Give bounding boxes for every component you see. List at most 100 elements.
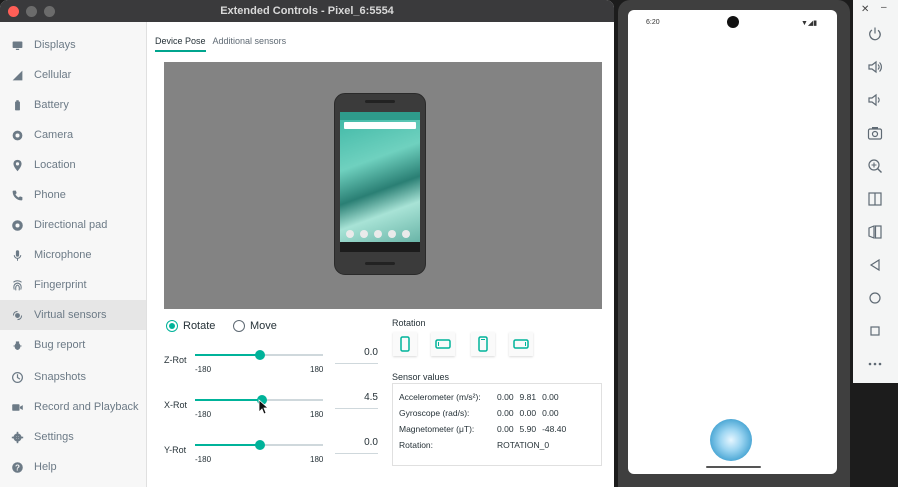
sidebar-item-directional-pad[interactable]: Directional pad bbox=[0, 210, 146, 240]
emulator-toolbar: ✕ – bbox=[853, 0, 898, 383]
x-rot-label: X-Rot bbox=[164, 400, 188, 410]
y-rot-value[interactable]: 0.0 bbox=[338, 437, 378, 448]
sidebar-item-settings[interactable]: Settings bbox=[0, 422, 146, 452]
sidebar-item-label: Displays bbox=[34, 39, 76, 51]
sidebar-item-fingerprint[interactable]: Fingerprint bbox=[0, 270, 146, 300]
volume-down-button[interactable] bbox=[865, 90, 885, 110]
sidebar-item-record-and-playback[interactable]: Record and Playback bbox=[0, 392, 146, 422]
volume-up-icon bbox=[868, 60, 882, 74]
sidebar-item-phone[interactable]: Phone bbox=[0, 180, 146, 210]
move-radio-label: Move bbox=[250, 320, 277, 332]
screenshot-button[interactable] bbox=[865, 123, 885, 143]
x-rot-min: -180 bbox=[195, 410, 212, 419]
z-rot-value[interactable]: 0.0 bbox=[338, 347, 378, 358]
x-rot-value[interactable]: 4.5 bbox=[338, 392, 378, 403]
display-icon bbox=[0, 39, 34, 52]
more-icon bbox=[868, 362, 882, 366]
z-rot-label: Z-Rot bbox=[164, 355, 187, 365]
phone-speaker-bottom bbox=[365, 262, 395, 265]
sidebar-item-cellular[interactable]: Cellular bbox=[0, 60, 146, 90]
minimize-window-button[interactable] bbox=[26, 6, 37, 17]
gyroscope-y: 0.00 bbox=[519, 408, 537, 418]
tab-additional-sensors[interactable]: Additional sensors bbox=[213, 36, 287, 52]
sidebar-item-virtual-sensors[interactable]: Virtual sensors bbox=[0, 300, 146, 330]
magnetometer-label: Magnetometer (μT): bbox=[399, 424, 475, 434]
sidebar-item-label: Phone bbox=[34, 189, 66, 201]
close-window-button[interactable] bbox=[8, 6, 19, 17]
assistant-orb-icon[interactable] bbox=[710, 419, 752, 461]
emulator-screen[interactable]: 6:20 ▼◢▮ bbox=[628, 10, 837, 474]
rotate-reverse-portrait-button[interactable] bbox=[471, 332, 495, 356]
microphone-icon bbox=[0, 249, 34, 262]
z-rot-max: 180 bbox=[310, 365, 324, 374]
rotate-reverse-landscape-button[interactable] bbox=[509, 332, 533, 356]
device-pose-viewport[interactable] bbox=[164, 62, 602, 309]
dpad-icon bbox=[0, 219, 34, 232]
home-icon bbox=[869, 292, 881, 304]
sensor-values-heading: Sensor values bbox=[392, 372, 450, 382]
svg-text:?: ? bbox=[15, 463, 20, 472]
power-icon bbox=[869, 27, 881, 41]
sidebar-item-displays[interactable]: Displays bbox=[0, 30, 146, 60]
landscape-phone-icon bbox=[435, 339, 451, 349]
phone-app-row bbox=[346, 230, 410, 238]
zoom-window-button[interactable] bbox=[44, 6, 55, 17]
sidebar-item-label: Camera bbox=[34, 129, 74, 141]
rotate-radio-label: Rotate bbox=[183, 320, 216, 332]
x-rot-value-underline bbox=[335, 408, 378, 409]
sidebar-item-label: Cellular bbox=[34, 69, 72, 81]
fold-button[interactable] bbox=[865, 189, 885, 209]
phone-nav-bar bbox=[340, 242, 420, 252]
minimize-icon[interactable]: – bbox=[881, 2, 887, 13]
more-button[interactable] bbox=[865, 354, 885, 374]
sidebar-item-microphone[interactable]: Microphone bbox=[0, 240, 146, 270]
rotation-row: Rotation: ROTATION_0 bbox=[399, 440, 555, 450]
accelerometer-x: 0.00 bbox=[497, 392, 514, 402]
home-button[interactable] bbox=[865, 288, 885, 308]
volume-up-button[interactable] bbox=[865, 57, 885, 77]
move-radio[interactable]: Move bbox=[233, 320, 277, 332]
sidebar-item-battery[interactable]: Battery bbox=[0, 90, 146, 120]
location-icon bbox=[0, 159, 34, 172]
rotate-portrait-button[interactable] bbox=[393, 332, 417, 356]
y-rot-slider[interactable] bbox=[195, 440, 323, 450]
bug-icon bbox=[0, 339, 34, 352]
accelerometer-z: 0.00 bbox=[542, 392, 559, 402]
zoom-button[interactable] bbox=[865, 156, 885, 176]
sidebar-item-help[interactable]: ? Help bbox=[0, 452, 146, 482]
power-button[interactable] bbox=[865, 24, 885, 44]
sidebar: Displays Cellular Battery Camera Locatio… bbox=[0, 22, 147, 487]
reverse-portrait-phone-icon bbox=[478, 336, 488, 352]
sensors-icon bbox=[0, 309, 34, 322]
sidebar-item-location[interactable]: Location bbox=[0, 150, 146, 180]
sidebar-item-label: Help bbox=[34, 461, 57, 473]
magnetometer-z: -48.40 bbox=[542, 424, 567, 434]
gesture-nav-handle[interactable] bbox=[706, 466, 761, 468]
sidebar-item-label: Battery bbox=[34, 99, 69, 111]
z-rot-slider-thumb[interactable] bbox=[255, 350, 265, 360]
z-rot-value-underline bbox=[335, 363, 378, 364]
phone-app-icon bbox=[402, 230, 410, 238]
rotate-landscape-button[interactable] bbox=[431, 332, 455, 356]
back-button[interactable] bbox=[865, 255, 885, 275]
rotate-radio[interactable]: Rotate bbox=[166, 320, 215, 332]
back-icon bbox=[869, 258, 880, 272]
sidebar-item-camera[interactable]: Camera bbox=[0, 120, 146, 150]
unfold-button[interactable] bbox=[865, 222, 885, 242]
tab-device-pose[interactable]: Device Pose bbox=[155, 36, 206, 52]
magnetometer-y: 5.90 bbox=[519, 424, 537, 434]
z-rot-slider[interactable] bbox=[195, 350, 323, 360]
virtual-device-model[interactable] bbox=[334, 93, 426, 275]
y-rot-max: 180 bbox=[310, 455, 324, 464]
gear-icon bbox=[0, 431, 34, 444]
sidebar-item-snapshots[interactable]: Snapshots bbox=[0, 362, 146, 392]
y-rot-slider-thumb[interactable] bbox=[255, 440, 265, 450]
extended-controls-window: Extended Controls - Pixel_6:5554 Display… bbox=[0, 0, 614, 487]
fingerprint-icon bbox=[0, 279, 34, 292]
sidebar-item-bug-report[interactable]: Bug report bbox=[0, 330, 146, 360]
close-icon[interactable]: ✕ bbox=[861, 4, 869, 15]
zoom-icon bbox=[868, 159, 882, 173]
fold-icon bbox=[868, 192, 882, 206]
phone-app-icon bbox=[374, 230, 382, 238]
overview-button[interactable] bbox=[865, 321, 885, 341]
